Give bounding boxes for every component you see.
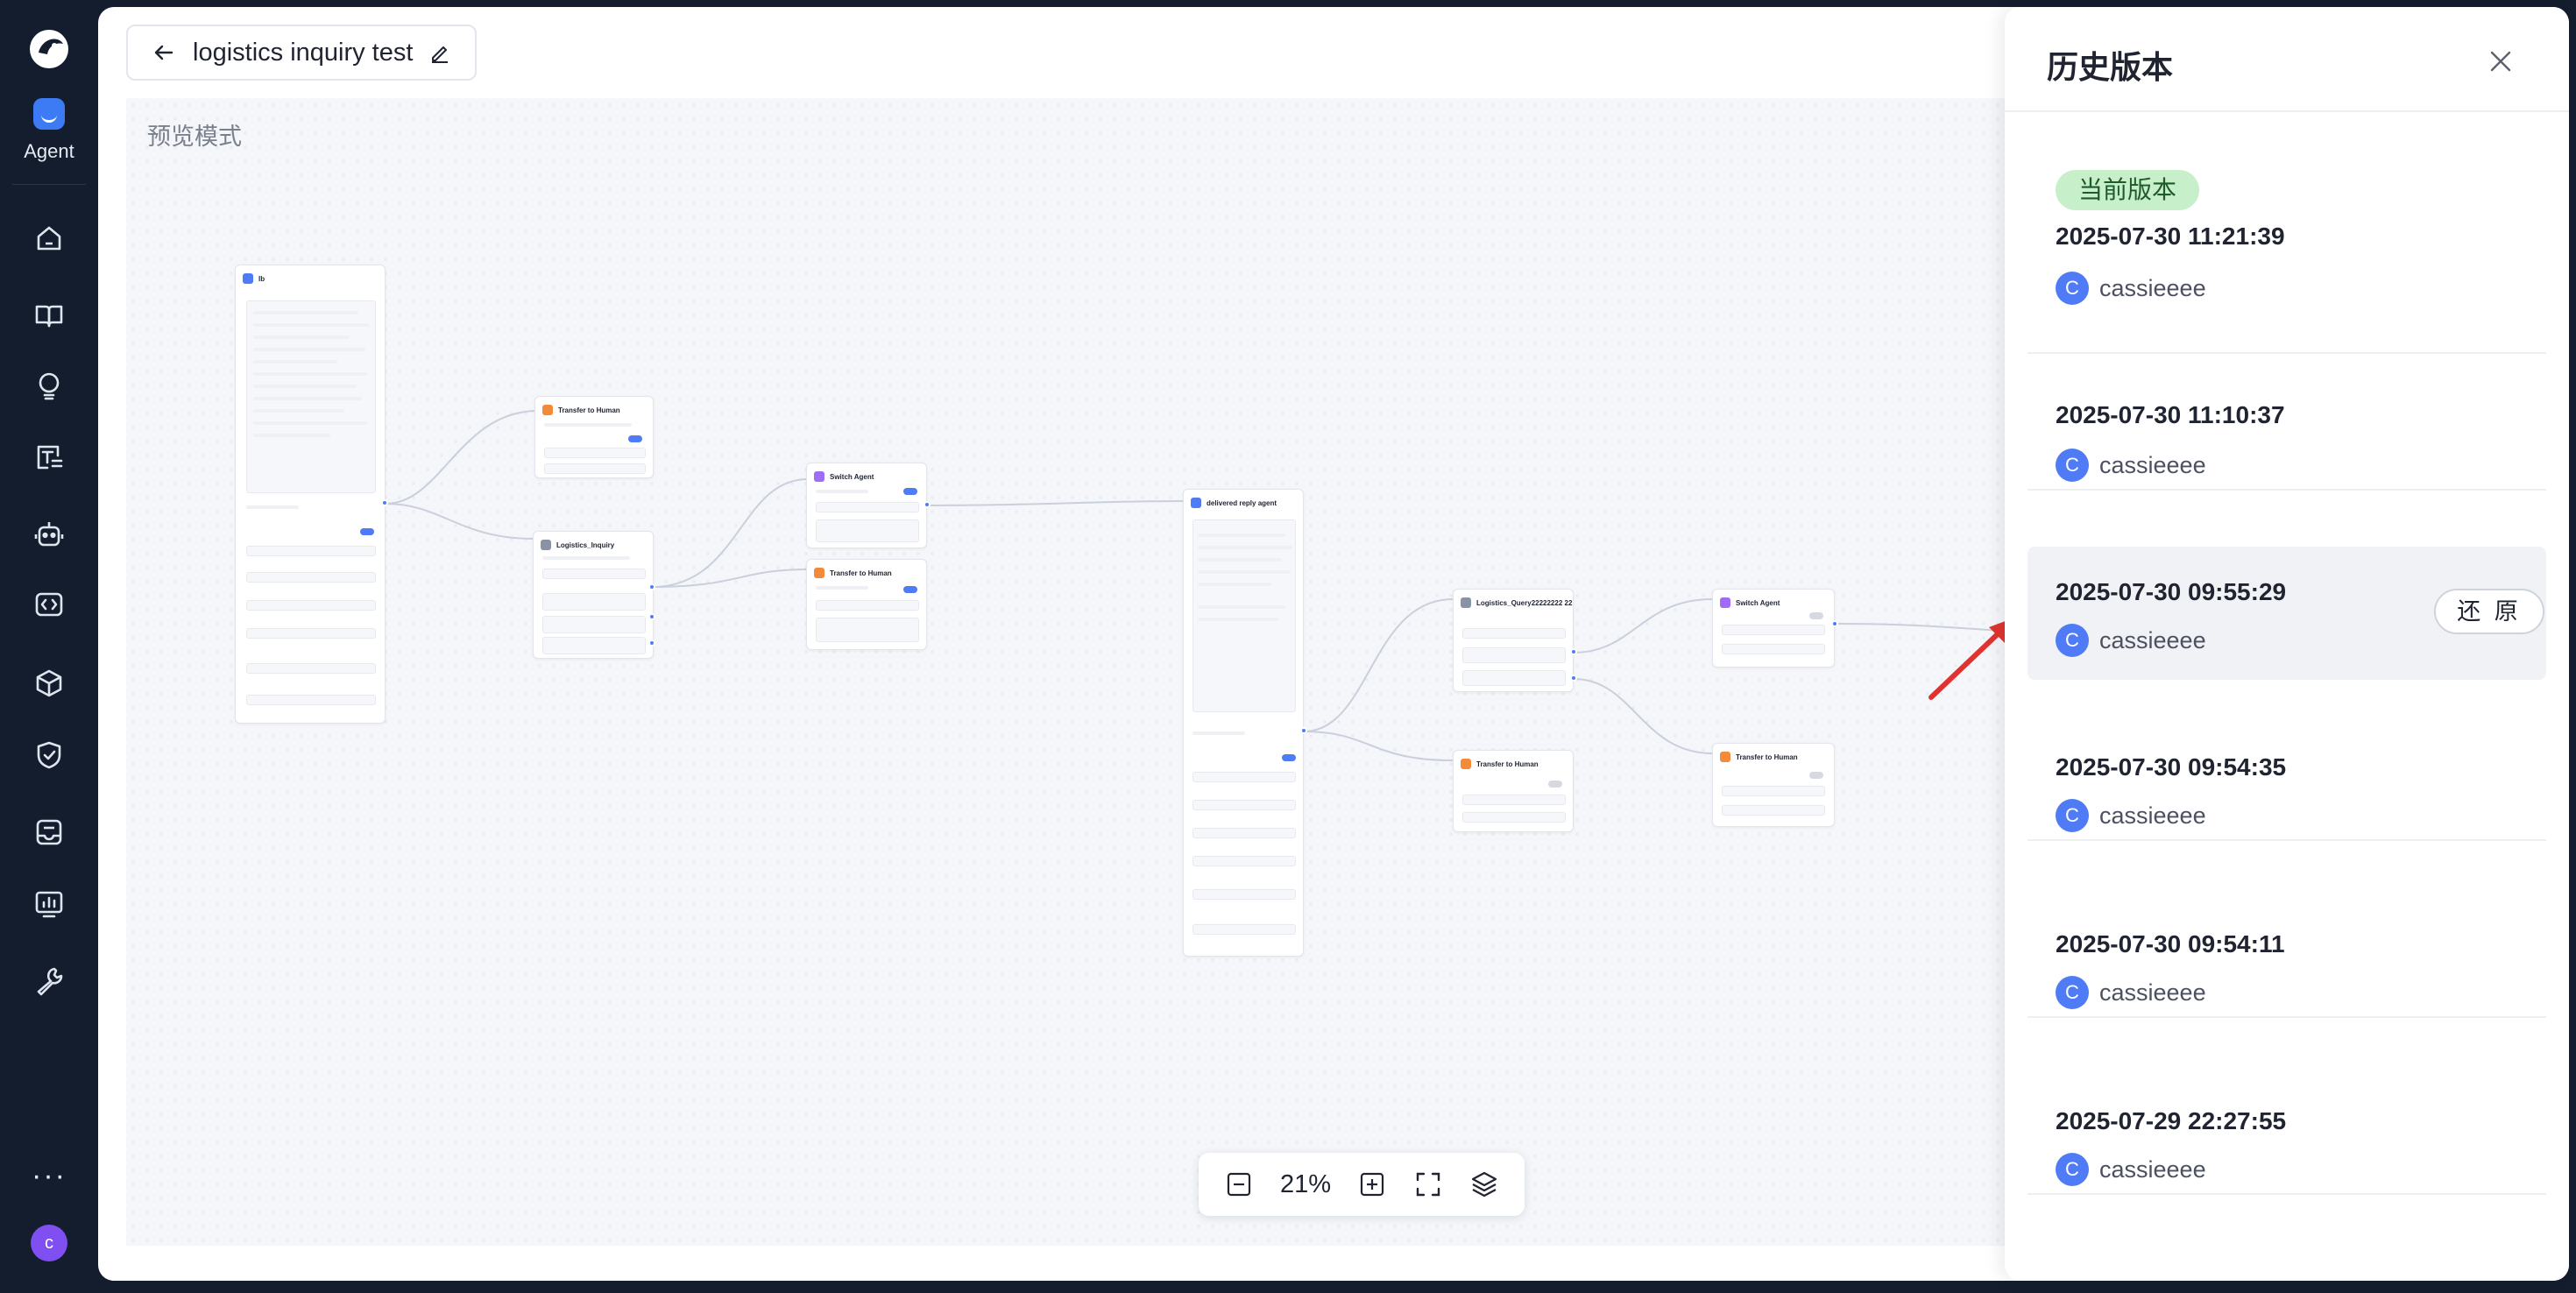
layers-icon[interactable] xyxy=(1469,1169,1499,1199)
workflow-node-switch-agent[interactable]: Switch Agent xyxy=(806,463,927,548)
version-item[interactable]: 2025-07-30 09:54:11 C cassieeee xyxy=(2028,885,2546,1018)
node-title: Switch Agent xyxy=(1736,598,1780,607)
app-logo-icon[interactable] xyxy=(26,26,72,72)
version-author: C cassieeee xyxy=(2056,449,2206,482)
agent-icon xyxy=(33,98,65,130)
home-icon[interactable] xyxy=(32,221,67,256)
version-author: C cassieeee xyxy=(2056,799,2206,832)
author-avatar: C xyxy=(2056,272,2089,305)
fit-view-button[interactable] xyxy=(1413,1169,1443,1199)
author-avatar: C xyxy=(2056,799,2089,832)
version-author: C cassieeee xyxy=(2056,976,2206,1009)
code-icon[interactable] xyxy=(32,587,67,622)
zoom-out-button[interactable] xyxy=(1224,1169,1254,1199)
version-item[interactable]: 2025-07-30 11:10:37 C cassieeee xyxy=(2028,357,2546,491)
node-title: Switch Agent xyxy=(830,472,874,481)
workflow-node-transfer-to-human[interactable]: Transfer to Human xyxy=(1712,743,1835,827)
author-avatar: C xyxy=(2056,1153,2089,1186)
node-title: Transfer to Human xyxy=(558,406,620,414)
workflow-node-switch-agent[interactable]: Switch Agent xyxy=(1712,589,1835,668)
zoom-in-button[interactable] xyxy=(1357,1169,1387,1199)
version-item[interactable]: 2025-07-30 09:54:35 C cassieeee xyxy=(2028,708,2546,841)
shield-check-icon[interactable] xyxy=(32,738,67,773)
nav-divider xyxy=(12,184,86,185)
workflow-node-transfer-to-human[interactable]: Transfer to Human xyxy=(534,396,654,478)
node-title: Logistics_Inquiry xyxy=(556,541,615,549)
workflow-node-logistics-inquiry[interactable]: Logistics_Inquiry xyxy=(533,531,654,659)
workflow-node-transfer-to-human[interactable]: Transfer to Human xyxy=(806,559,927,650)
workflow-node-transfer-to-human[interactable]: Transfer to Human xyxy=(1453,750,1574,832)
author-name: cassieeee xyxy=(2099,1155,2206,1183)
workflow-node-delivered-reply-agent[interactable]: delivered reply agent xyxy=(1183,489,1304,957)
more-icon[interactable]: ··· xyxy=(26,1161,72,1198)
version-author: C cassieeee xyxy=(2056,624,2206,657)
version-author: C cassieeee xyxy=(2056,1153,2206,1186)
author-avatar: C xyxy=(2056,449,2089,482)
current-version-badge: 当前版本 xyxy=(2056,170,2200,210)
node-title: delivered reply agent xyxy=(1207,498,1277,507)
restore-button[interactable]: 还 原 xyxy=(2434,589,2544,634)
workflow-canvas[interactable]: 预览模式 Ib Transfer to Human Logistics_Inqu… xyxy=(126,98,2085,1246)
cube-icon[interactable] xyxy=(32,666,67,701)
lightbulb-icon[interactable] xyxy=(32,368,67,403)
author-name: cassieeee xyxy=(2099,451,2206,478)
history-title: 历史版本 xyxy=(2047,49,2174,85)
version-item[interactable]: 当前版本 2025-07-30 11:21:39 C cassieeee xyxy=(2028,130,2546,354)
workflow-node-logistics-query[interactable]: Logistics_Query22222222 22 xyxy=(1453,589,1574,692)
author-name: cassieeee xyxy=(2099,802,2206,829)
version-time: 2025-07-30 09:54:35 xyxy=(2056,753,2287,781)
edit-pencil-icon[interactable] xyxy=(428,41,451,64)
history-header: 历史版本 xyxy=(2005,7,2569,112)
version-item[interactable]: 2025-07-30 09:55:29 C cassieeee 还 原 xyxy=(2028,547,2546,680)
chart-icon[interactable] xyxy=(32,887,67,922)
version-item[interactable]: 2025-07-29 22:27:55 C cassieeee xyxy=(2028,1062,2546,1195)
author-name: cassieeee xyxy=(2099,626,2206,654)
inbox-icon[interactable] xyxy=(32,815,67,850)
version-time: 2025-07-30 11:21:39 xyxy=(2056,223,2285,250)
zoom-toolbar: 21% xyxy=(1199,1153,1525,1216)
text-box-icon[interactable] xyxy=(32,440,67,475)
version-time: 2025-07-29 22:27:55 xyxy=(2056,1107,2287,1134)
node-title: Transfer to Human xyxy=(1736,752,1798,761)
version-time: 2025-07-30 09:55:29 xyxy=(2056,578,2287,605)
workflow-title-bar: logistics inquiry test xyxy=(126,25,477,81)
author-avatar: C xyxy=(2056,624,2089,657)
user-avatar[interactable]: c xyxy=(31,1225,67,1261)
zoom-level: 21% xyxy=(1279,1169,1332,1198)
node-title: Transfer to Human xyxy=(830,569,892,577)
version-author: C cassieeee xyxy=(2056,272,2206,305)
close-icon[interactable] xyxy=(2485,46,2516,77)
robot-icon[interactable] xyxy=(32,517,67,552)
side-navigation: Agent ··· c xyxy=(0,0,98,1293)
author-avatar: C xyxy=(2056,976,2089,1009)
connection-lines xyxy=(385,410,2085,761)
nav-item-agent[interactable]: Agent xyxy=(0,98,98,163)
author-name: cassieeee xyxy=(2099,979,2206,1006)
book-icon[interactable] xyxy=(32,298,67,333)
node-title: Transfer to Human xyxy=(1476,760,1539,768)
version-time: 2025-07-30 09:54:11 xyxy=(2056,930,2285,957)
wrench-icon[interactable] xyxy=(32,964,67,999)
author-name: cassieeee xyxy=(2099,274,2206,301)
workflow-node-start[interactable]: Ib xyxy=(235,265,386,724)
nav-item-agent-label: Agent xyxy=(24,140,74,162)
workflow-title: logistics inquiry test xyxy=(193,38,414,67)
node-title: Ib xyxy=(258,274,265,283)
back-arrow-icon[interactable] xyxy=(151,39,177,66)
version-history-panel: 历史版本 当前版本 2025-07-30 11:21:39 C cassieee… xyxy=(2005,7,2569,1281)
version-time: 2025-07-30 11:10:37 xyxy=(2056,401,2285,428)
node-title: Logistics_Query22222222 22 xyxy=(1476,598,1573,607)
